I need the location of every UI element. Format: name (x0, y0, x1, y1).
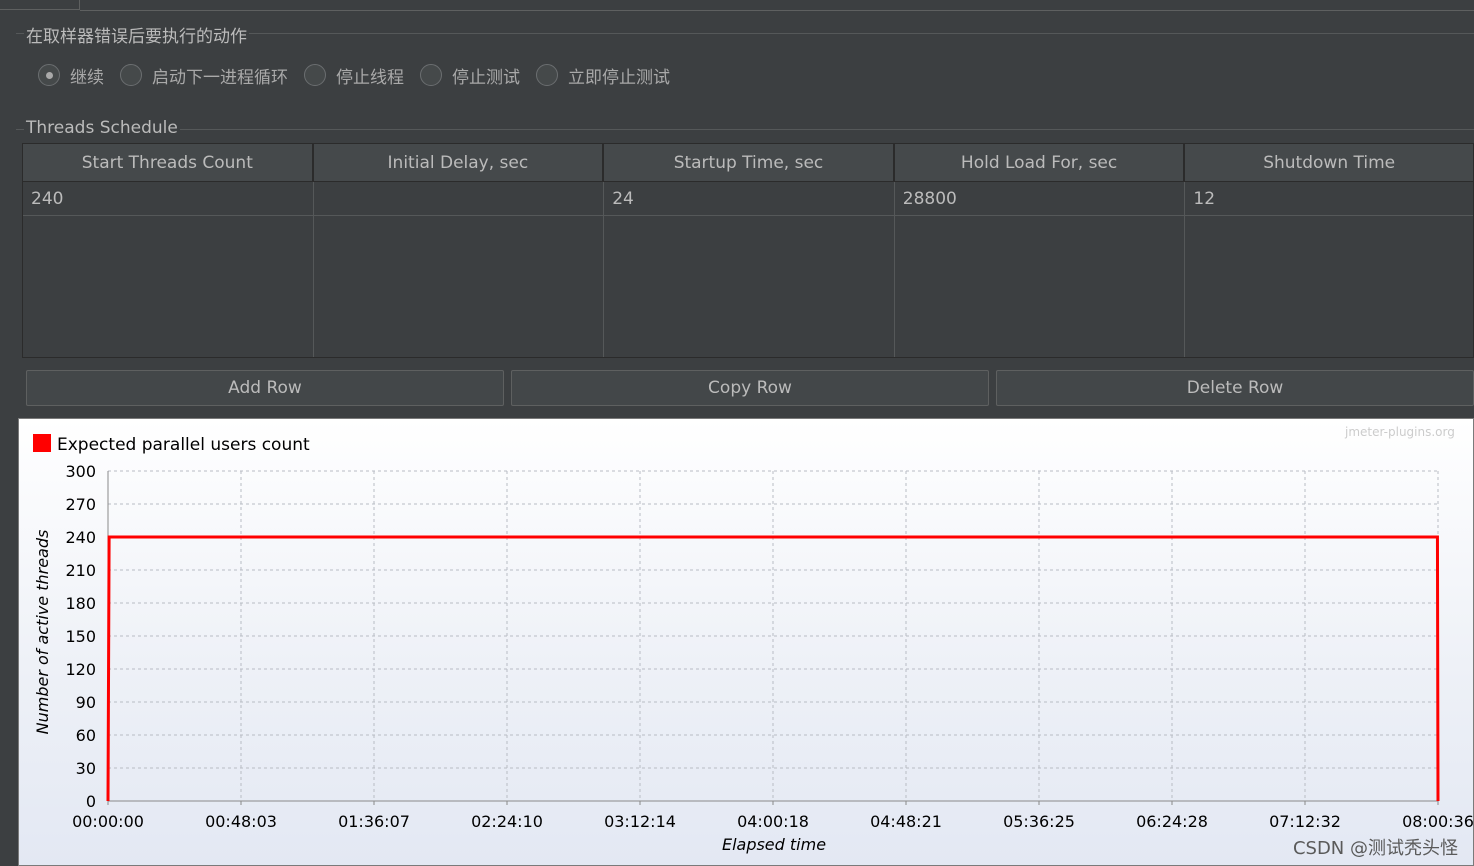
expected-users-chart: 0 30 60 90 120 150 180 210 240 270 300 00:00:00 00:4… (18, 418, 1474, 866)
column-header[interactable]: Hold Load For, sec (894, 144, 1186, 182)
radio-button-icon[interactable] (120, 64, 142, 86)
column-header[interactable]: Startup Time, sec (604, 144, 895, 182)
column-header[interactable]: Initial Delay, sec (313, 144, 605, 182)
x-tick-label: 07:12:32 (1269, 812, 1341, 831)
radio-continue[interactable]: 继续 (38, 63, 104, 88)
chart-credit: jmeter-plugins.org (1344, 425, 1455, 439)
copy-row-button[interactable]: Copy Row (511, 370, 989, 406)
x-tick-label: 04:00:18 (737, 812, 809, 831)
x-tick-label: 02:24:10 (471, 812, 543, 831)
x-tick-label: 01:36:07 (338, 812, 410, 831)
on-error-title: 在取样器错误后要执行的动作 (24, 22, 249, 47)
y-tick-label: 0 (86, 792, 96, 811)
radio-label: 启动下一进程循环 (152, 67, 288, 88)
radio-stop-test-now[interactable]: 立即停止测试 (536, 63, 670, 88)
chart-svg: 0 30 60 90 120 150 180 210 240 270 300 00:00:00 00:4… (33, 425, 1473, 854)
radio-label: 立即停止测试 (568, 67, 670, 88)
chart-axes: 0 30 60 90 120 150 180 210 240 270 300 00:00:00 00:4… (65, 462, 1473, 831)
radio-label: 停止测试 (452, 67, 520, 88)
radio-button-icon[interactable] (304, 64, 326, 86)
x-tick-label: 08:00:36 (1402, 812, 1474, 831)
schedule-border (16, 129, 1474, 130)
chart-grid (108, 470, 1439, 801)
schedule-title: Threads Schedule (24, 118, 180, 138)
y-tick-label: 240 (65, 528, 96, 547)
y-tick-label: 300 (65, 462, 96, 481)
radio-stop-test[interactable]: 停止测试 (420, 63, 520, 88)
y-tick-label: 90 (76, 693, 96, 712)
table-header: Start Threads Count Initial Delay, sec S… (23, 144, 1473, 182)
radio-label: 停止线程 (336, 67, 404, 88)
table-cell[interactable]: 24 (604, 182, 894, 216)
legend-swatch (33, 434, 51, 452)
table-cell[interactable] (313, 182, 604, 216)
x-axis-label: Elapsed time (722, 835, 826, 854)
y-tick-label: 150 (65, 627, 96, 646)
x-tick-label: 06:24:28 (1136, 812, 1208, 831)
table-column (313, 182, 605, 357)
table-column: 28800 (894, 182, 1186, 357)
on-error-options: 继续 启动下一进程循环 停止线程 停止测试 立即停止测试 (38, 62, 686, 88)
y-tick-label: 30 (76, 759, 96, 778)
column-header[interactable]: Shutdown Time (1185, 144, 1473, 182)
radio-button-icon[interactable] (420, 64, 442, 86)
table-column: 240 (23, 182, 314, 357)
y-tick-label: 120 (65, 660, 96, 679)
top-tab-strip (0, 0, 1474, 12)
x-tick-label: 00:00:00 (72, 812, 144, 831)
add-row-button[interactable]: Add Row (26, 370, 504, 406)
y-tick-label: 180 (65, 594, 96, 613)
x-tick-label: 03:12:14 (604, 812, 676, 831)
csdn-watermark: CSDN @测试秃头怪 (1292, 838, 1458, 859)
table-cell[interactable]: 12 (1185, 182, 1473, 216)
top-tab-rule (80, 10, 1474, 11)
table-column: 24 (604, 182, 895, 357)
y-tick-label: 60 (76, 726, 96, 745)
delete-row-button[interactable]: Delete Row (996, 370, 1474, 406)
radio-stop-thread[interactable]: 停止线程 (304, 63, 404, 88)
y-tick-label: 210 (65, 561, 96, 580)
table-cell[interactable]: 240 (23, 182, 313, 216)
x-tick-label: 00:48:03 (205, 812, 277, 831)
top-tab[interactable] (0, 0, 80, 10)
y-axis-label: Number of active threads (33, 530, 52, 735)
table-cell[interactable]: 28800 (894, 182, 1185, 216)
x-tick-label: 04:48:21 (870, 812, 942, 831)
table-body: 240 24 28800 12 (23, 182, 1473, 357)
threads-schedule-table: Start Threads Count Initial Delay, sec S… (22, 143, 1474, 358)
legend-label: Expected parallel users count (57, 435, 310, 455)
radio-label: 继续 (70, 67, 104, 88)
radio-start-next-loop[interactable]: 启动下一进程循环 (120, 63, 288, 88)
radio-button-icon[interactable] (38, 64, 60, 86)
y-tick-label: 270 (65, 495, 96, 514)
column-header[interactable]: Start Threads Count (23, 144, 314, 182)
radio-button-icon[interactable] (536, 64, 558, 86)
x-tick-label: 05:36:25 (1003, 812, 1075, 831)
table-column: 12 (1185, 182, 1473, 357)
